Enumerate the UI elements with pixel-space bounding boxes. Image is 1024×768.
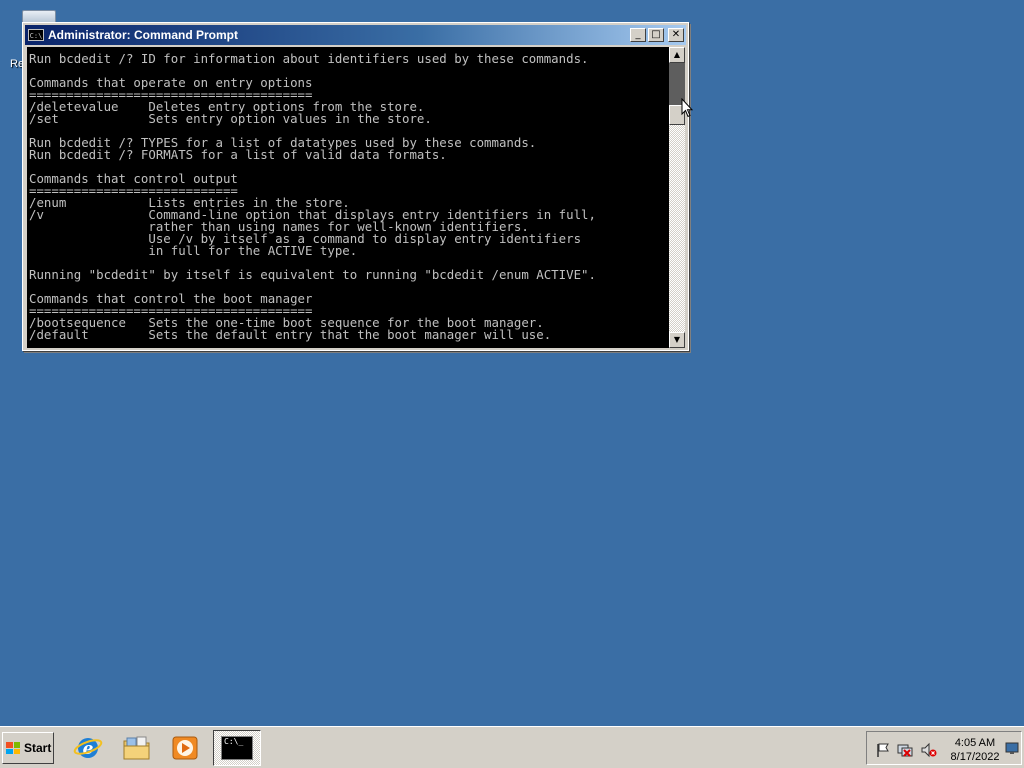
clock-date: 8/17/2022	[950, 751, 1000, 763]
start-label: Start	[24, 741, 52, 755]
network-error-icon[interactable]	[897, 742, 913, 758]
command-prompt-window[interactable]: C:\ Administrator: Command Prompt _ □ ✕ …	[22, 22, 689, 351]
action-center-flag-icon[interactable]	[875, 742, 891, 758]
vertical-scrollbar[interactable]: ▲ ▼	[669, 47, 685, 348]
system-tray: 4:05 AM 8/17/2022	[866, 731, 1022, 765]
close-button[interactable]: ✕	[668, 28, 684, 42]
clock-time: 4:05 AM	[954, 737, 996, 749]
media-player-icon[interactable]	[170, 734, 200, 762]
show-desktop-icon[interactable]	[1005, 741, 1019, 755]
cmd-app-icon[interactable]: C:\	[28, 29, 44, 41]
cmd-taskbar-icon: C:\_	[221, 736, 253, 760]
taskbar-command-prompt-button[interactable]: C:\_	[213, 730, 261, 766]
window-title: Administrator: Command Prompt	[48, 28, 239, 42]
clock[interactable]: 4:05 AM 8/17/2022	[947, 736, 1003, 764]
window-titlebar[interactable]: C:\ Administrator: Command Prompt _ □ ✕	[25, 25, 686, 45]
start-button[interactable]: Start	[2, 732, 54, 764]
scroll-up-button[interactable]: ▲	[669, 47, 685, 63]
internet-explorer-icon[interactable]: e	[73, 734, 103, 762]
taskbar: Start e C:\_ 4:05 AM 8/17/2022	[0, 726, 1024, 768]
maximize-button[interactable]: □	[648, 28, 664, 42]
minimize-button[interactable]: _	[630, 28, 646, 42]
console-text: Run bcdedit /? ID for information about …	[29, 51, 596, 342]
console-output-area[interactable]: Run bcdedit /? ID for information about …	[27, 47, 669, 348]
windows-explorer-folder-icon[interactable]	[122, 734, 152, 762]
volume-muted-icon[interactable]	[921, 742, 937, 758]
mouse-pointer-icon	[681, 98, 693, 118]
scroll-down-button[interactable]: ▼	[669, 332, 685, 348]
windows-logo-icon	[6, 742, 20, 754]
